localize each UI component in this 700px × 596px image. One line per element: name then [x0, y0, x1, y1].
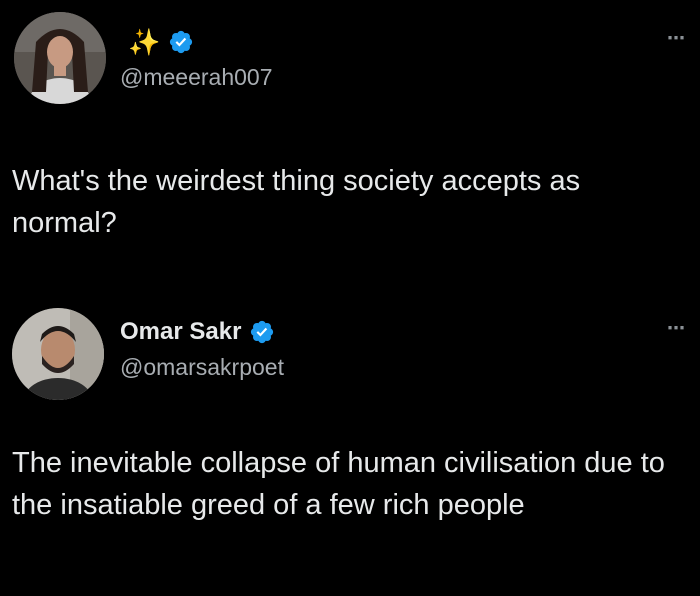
more-options-icon[interactable]: ⋯ — [667, 318, 686, 339]
avatar[interactable] — [14, 12, 106, 104]
tweet: Omar Sakr @omarsakrpoet ⋯ The inevitable… — [0, 290, 700, 596]
user-handle[interactable]: @omarsakrpoet — [120, 354, 284, 381]
tweet-text: What's the weirdest thing society accept… — [12, 165, 581, 239]
tweet: ✨ @meeerah007 ⋯ What's the weirdest thin… — [0, 0, 700, 290]
author-name-row[interactable]: ✨ — [120, 24, 194, 60]
display-name[interactable]: Omar Sakr — [120, 320, 241, 344]
author-name-row[interactable]: Omar Sakr — [120, 314, 275, 350]
user-handle[interactable]: @meeerah007 — [120, 64, 273, 91]
verified-badge-icon — [170, 30, 193, 54]
verified-badge-icon — [251, 320, 274, 344]
sparkles-emoji: ✨ — [128, 27, 161, 57]
tweet-text: The inevitable collapse of human civilis… — [12, 447, 665, 521]
avatar[interactable] — [12, 308, 104, 400]
more-options-icon[interactable]: ⋯ — [667, 28, 686, 49]
